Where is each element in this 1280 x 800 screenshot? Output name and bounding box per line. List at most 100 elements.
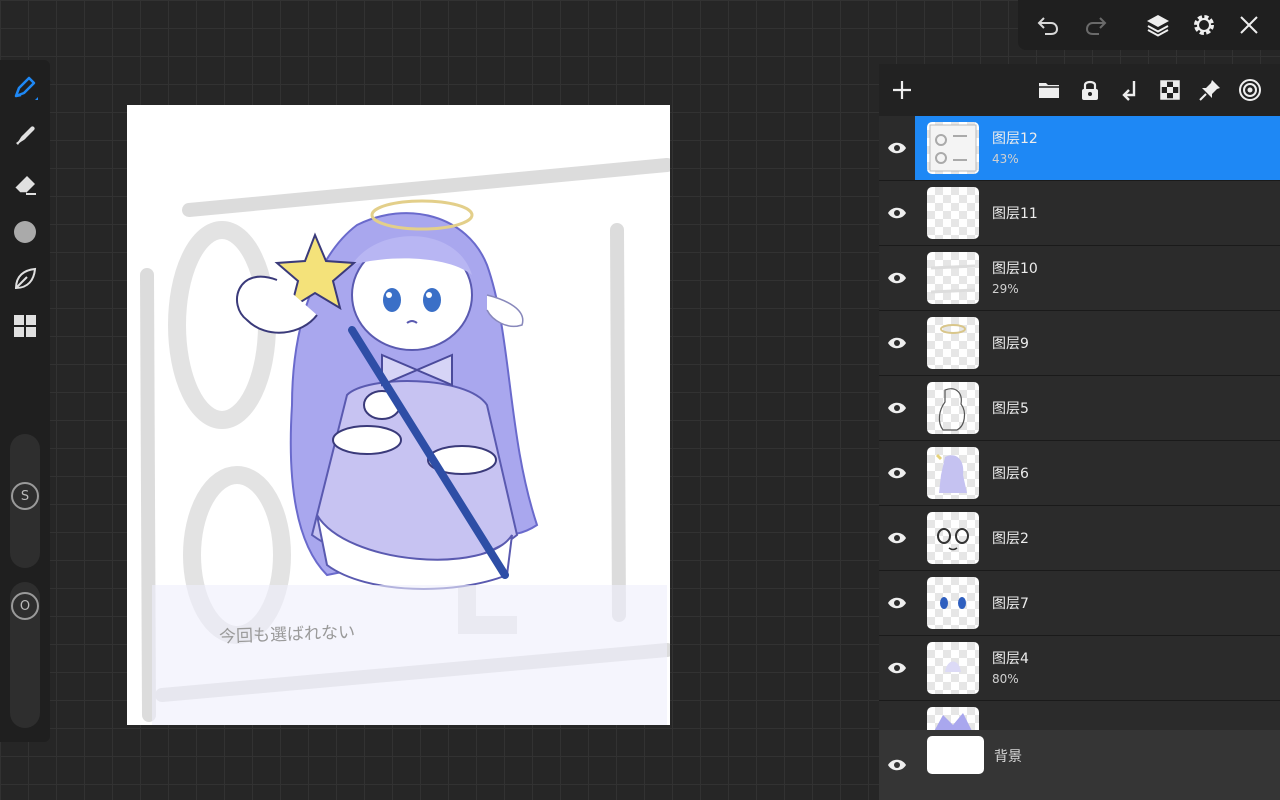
visibility-toggle[interactable] — [885, 201, 909, 225]
size-slider-knob[interactable]: S — [11, 482, 39, 510]
close-icon — [1240, 16, 1258, 34]
background-thumbnail — [927, 736, 984, 774]
gear-icon — [1194, 15, 1214, 35]
layer-thumbnail — [927, 382, 979, 434]
eye-icon — [888, 272, 906, 284]
visibility-toggle[interactable] — [885, 396, 909, 420]
layer-main[interactable]: 图层7 — [915, 571, 1280, 635]
target-icon — [1239, 79, 1261, 101]
layer-row[interactable]: 图层2 — [879, 506, 1280, 571]
layer-name: 图层7 — [992, 596, 1029, 612]
layer-row[interactable]: 图层5 — [879, 376, 1280, 441]
layer-thumbnail — [927, 317, 979, 369]
layer-thumbnail — [927, 122, 979, 174]
layer-thumbnail — [927, 642, 979, 694]
layer-thumbnail — [927, 512, 979, 564]
layer-row[interactable]: 图层9 — [879, 311, 1280, 376]
lock-layer-button[interactable] — [1076, 76, 1104, 104]
visibility-toggle[interactable] — [885, 266, 909, 290]
top-action-bar — [1018, 0, 1280, 50]
color-tool[interactable] — [9, 216, 41, 248]
pen-tool[interactable] — [9, 72, 41, 104]
layer-main[interactable]: 图层6 — [915, 441, 1280, 505]
undo-button[interactable] — [1032, 9, 1064, 41]
more-tools[interactable] — [9, 310, 41, 342]
layer-name: 图层10 — [992, 261, 1038, 277]
layer-main[interactable]: 图层5 — [915, 376, 1280, 440]
brush-size-slider[interactable]: S — [10, 434, 40, 568]
alpha-lock-button[interactable] — [1156, 76, 1184, 104]
layers-button[interactable] — [1142, 9, 1174, 41]
layer-opacity: 29% — [992, 282, 1019, 296]
layer-row[interactable]: 图层11 — [879, 181, 1280, 246]
clip-layer-button[interactable] — [1196, 76, 1224, 104]
background-layer-row[interactable]: 背景 — [879, 730, 1280, 800]
smudge-tool[interactable] — [9, 120, 41, 152]
eye-icon — [888, 597, 906, 609]
merge-down-button[interactable] — [1116, 76, 1144, 104]
layer-row-partial[interactable] — [879, 701, 1280, 731]
layer-name: 图层5 — [992, 401, 1029, 417]
pin-icon — [1199, 80, 1220, 101]
tool-bar: S O — [0, 60, 50, 742]
layer-name: 图层9 — [992, 336, 1029, 352]
layer-folder-button[interactable] — [1035, 76, 1063, 104]
visibility-toggle[interactable] — [885, 591, 909, 615]
visibility-toggle[interactable] — [885, 136, 909, 160]
opacity-slider-knob[interactable]: O — [11, 592, 39, 620]
visibility-toggle[interactable] — [885, 331, 909, 355]
layer-toolbar — [879, 64, 1280, 116]
eye-icon — [888, 467, 906, 479]
visibility-toggle[interactable] — [885, 526, 909, 550]
settings-button[interactable] — [1188, 9, 1220, 41]
background-layer-name: 背景 — [994, 749, 1022, 765]
grid-icon — [14, 315, 36, 337]
add-layer-button[interactable] — [888, 76, 916, 104]
visibility-toggle[interactable] — [885, 656, 909, 680]
layer-name: 图层12 — [992, 131, 1038, 147]
redo-button[interactable] — [1080, 9, 1112, 41]
eye-icon — [888, 142, 906, 154]
layer-main[interactable]: 图层10 29% — [915, 246, 1280, 310]
add-layer-icon — [893, 81, 911, 99]
layer-opacity: 43% — [992, 152, 1019, 166]
eraser-tool[interactable] — [9, 168, 41, 200]
leaf-icon — [14, 267, 37, 290]
reference-layer-button[interactable] — [1236, 76, 1264, 104]
layer-main[interactable]: 图层4 80% — [915, 636, 1280, 700]
merge-down-icon — [1122, 81, 1136, 101]
layer-row[interactable]: 图层7 — [879, 571, 1280, 636]
layer-row[interactable]: 图层4 80% — [879, 636, 1280, 701]
eye-icon — [888, 662, 906, 674]
layer-main[interactable]: 图层9 — [915, 311, 1280, 375]
lock-icon — [1082, 80, 1098, 100]
layer-main[interactable]: 图层2 — [915, 506, 1280, 570]
color-circle-icon — [14, 221, 36, 243]
layer-name: 图层2 — [992, 531, 1029, 547]
smudge-icon — [16, 126, 35, 145]
pen-icon — [14, 76, 38, 100]
close-button[interactable] — [1233, 9, 1265, 41]
layer-row[interactable]: 图层10 29% — [879, 246, 1280, 311]
layer-row[interactable]: 图层12 43% — [879, 116, 1280, 181]
layer-main[interactable]: 图层11 — [915, 181, 1280, 245]
folder-icon — [1039, 83, 1059, 98]
layer-main[interactable] — [915, 701, 1280, 730]
eraser-icon — [14, 176, 36, 195]
layer-thumbnail — [927, 252, 979, 304]
artwork — [140, 158, 670, 725]
eye-icon — [888, 402, 906, 414]
layer-row[interactable]: 图层6 — [879, 441, 1280, 506]
brush-library[interactable] — [9, 263, 41, 295]
layer-thumbnail — [927, 187, 979, 239]
brush-opacity-slider[interactable]: O — [10, 582, 40, 728]
layers-icon — [1147, 15, 1169, 37]
layer-thumbnail — [927, 577, 979, 629]
layer-main[interactable]: 图层12 43% — [915, 116, 1280, 180]
visibility-toggle[interactable] — [885, 461, 909, 485]
layer-name: 图层6 — [992, 466, 1029, 482]
drawing-canvas[interactable]: 今回も選ばれない — [127, 105, 670, 725]
eye-icon — [888, 532, 906, 544]
visibility-toggle[interactable] — [885, 753, 909, 777]
layer-name: 图层4 — [992, 651, 1029, 667]
